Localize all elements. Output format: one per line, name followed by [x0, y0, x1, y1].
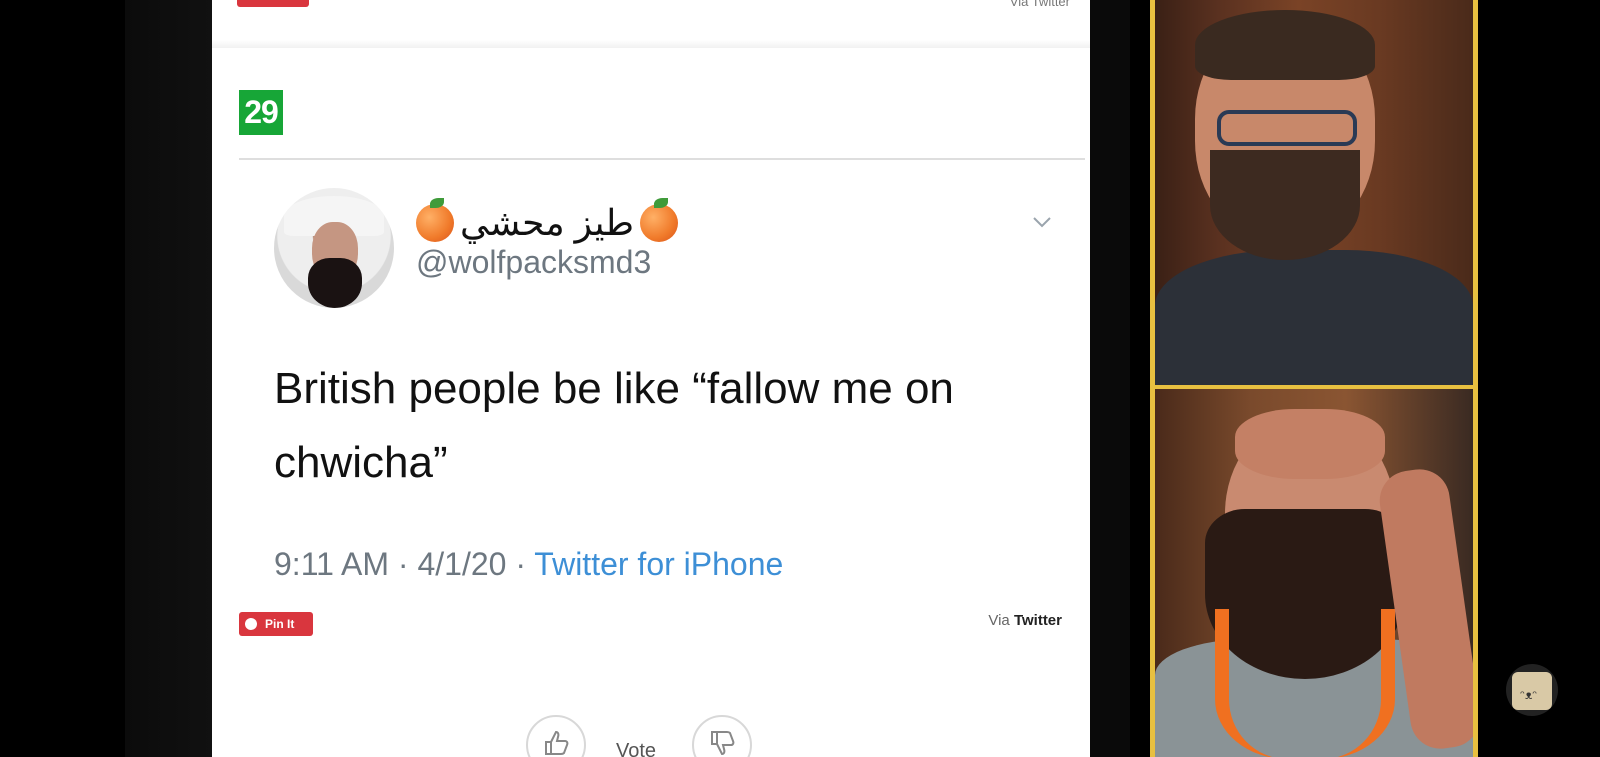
person-beard: [1210, 150, 1360, 260]
article-panel: Via Twitter 29 طيز محشي @wolfpacksmd3 Br…: [212, 0, 1090, 757]
via-prefix: Via: [988, 612, 1010, 629]
tweet-handle[interactable]: @wolfpacksmd3: [416, 244, 651, 281]
chevron-down-icon[interactable]: [1032, 212, 1052, 232]
downvote-button[interactable]: [692, 715, 752, 757]
avatar-beard: [308, 258, 362, 308]
section-divider: [239, 158, 1085, 160]
peach-emoji-icon: [640, 198, 679, 242]
tweet-meta: 9:11 AM · 4/1/20 · Twitter for iPhone: [274, 546, 783, 583]
person-glasses: [1217, 110, 1357, 146]
right-background: [1474, 0, 1600, 757]
peach-emoji-icon: [416, 198, 454, 242]
person-hair: [1195, 10, 1375, 80]
tweet-source-link[interactable]: Twitter for iPhone: [534, 546, 783, 582]
thumbs-up-icon: [545, 730, 569, 755]
pin-it-label: Pin It: [265, 617, 295, 631]
vote-label: Vote: [616, 740, 657, 757]
tweet-text: British people be like “fallow me on chw…: [274, 364, 954, 487]
tweet-avatar[interactable]: [274, 188, 394, 308]
item-number-badge: 29: [239, 90, 283, 135]
webcam-top: [1155, 0, 1473, 385]
person-lanyard: [1215, 609, 1395, 757]
person-hand: [1235, 409, 1385, 479]
pin-dot-icon: [245, 618, 257, 630]
webcam-bottom: [1155, 389, 1473, 757]
previous-via-text: Via Twitter: [1009, 0, 1070, 9]
via-source: Via Twitter: [988, 612, 1062, 629]
previous-item-footer: Via Twitter: [212, 0, 1090, 48]
mid-background: [1090, 0, 1130, 757]
meta-separator: ·: [397, 546, 409, 582]
previous-pin-button[interactable]: [237, 0, 309, 7]
upvote-button[interactable]: [526, 715, 586, 757]
channel-avatar-face: ᵔᴥᵔ: [1520, 688, 1538, 702]
left-background: [0, 0, 212, 757]
meta-separator: ·: [515, 546, 526, 582]
tweet-display-name[interactable]: طيز محشي: [416, 198, 679, 244]
display-name-text: طيز محشي: [460, 202, 635, 243]
person-shirt: [1155, 250, 1473, 385]
pin-it-button[interactable]: Pin It: [239, 612, 313, 636]
tweet-date: 4/1/20: [417, 546, 507, 582]
thumbs-down-icon: [711, 731, 735, 756]
channel-avatar-icon[interactable]: ᵔᴥᵔ: [1506, 664, 1558, 716]
via-source-name: Twitter: [1013, 612, 1062, 629]
tweet-time: 9:11 AM: [274, 546, 390, 582]
